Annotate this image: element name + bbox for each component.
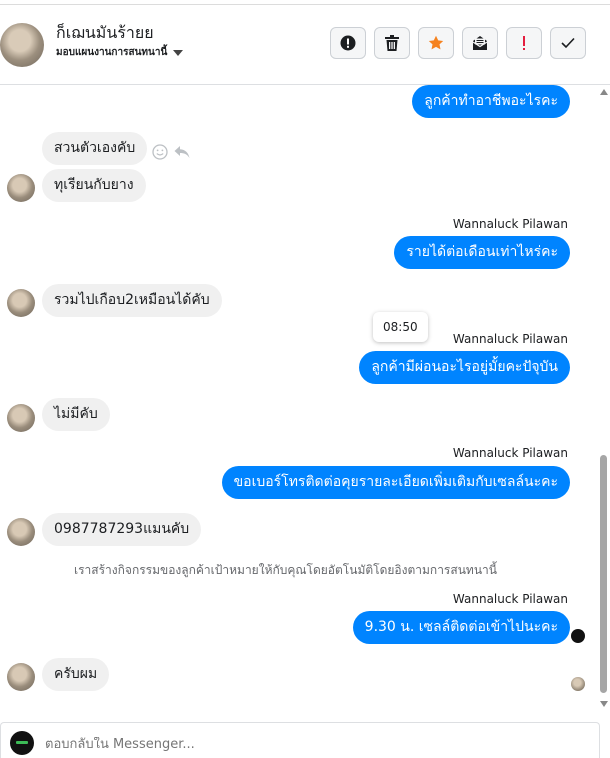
report-button[interactable] <box>330 27 366 59</box>
sender-name: Wannaluck Pilawan <box>452 446 568 460</box>
reply-icon[interactable] <box>174 145 190 159</box>
system-note: เราสร้างกิจกรรมของลูกค้าเป้าหมายให้กับคุ… <box>74 563 497 577</box>
sender-name: Wannaluck Pilawan <box>452 592 568 606</box>
emoji-react-icon[interactable] <box>152 144 168 160</box>
header-actions <box>330 27 586 59</box>
message-incoming[interactable]: ครับผม <box>42 658 110 691</box>
message-outgoing[interactable]: ลูกค้าทำอาชีพอะไรคะ <box>412 85 570 118</box>
scroll-up-arrow-icon[interactable] <box>600 89 608 95</box>
sender-name: Wannaluck Pilawan <box>452 217 568 231</box>
message-incoming[interactable]: ไม่มีคับ <box>42 398 110 431</box>
star-icon <box>428 35 444 50</box>
alert-circle-icon <box>340 35 356 51</box>
message-incoming[interactable]: รวมไปเกือบ2เหมือนได้คับ <box>42 284 222 317</box>
contact-avatar-small <box>7 404 35 432</box>
message-outgoing[interactable]: ลูกค้ามีผ่อนอะไรอยู่มั้ยคะปัจุบัน <box>359 351 570 384</box>
contact-avatar-small <box>7 174 35 202</box>
stage-dropdown[interactable]: มอบแผนงานการสนทนานี้ <box>56 45 184 60</box>
stage-label: มอบแผนงานการสนทนานี้ <box>56 47 168 58</box>
trash-icon <box>385 35 399 51</box>
sender-name: Wannaluck Pilawan <box>452 332 568 346</box>
seen-receipt-contact-icon <box>571 677 585 691</box>
mark-unread-button[interactable] <box>462 27 498 59</box>
message-incoming[interactable]: ทุเรียนกับยาง <box>42 169 146 202</box>
spam-button[interactable] <box>506 27 542 59</box>
scroll-down-arrow-icon[interactable] <box>600 701 608 707</box>
reply-input[interactable] <box>45 737 445 752</box>
caret-down-icon <box>173 49 184 56</box>
mark-done-button[interactable] <box>550 27 586 59</box>
page-avatar <box>10 731 34 755</box>
conversation-header: ก็เฌนมันร้ายย มอบแผนงานการสนทนานี้ <box>0 5 610 85</box>
delete-button[interactable] <box>374 27 410 59</box>
contact-name[interactable]: ก็เฌนมันร้ายย <box>56 21 154 46</box>
reply-composer <box>0 722 600 758</box>
timestamp-tooltip: 08:50 <box>373 312 428 342</box>
mark-unread-icon <box>472 36 488 50</box>
message-incoming[interactable]: สวนตัวเองคับ <box>42 132 148 165</box>
message-outgoing[interactable]: 9.30 น. เซลล์ติดต่อเข้าไปนะคะ <box>352 611 570 644</box>
contact-avatar-small <box>7 663 35 691</box>
scrollbar-thumb[interactable] <box>600 455 607 693</box>
thread-scrollbar[interactable] <box>598 85 610 715</box>
message-incoming[interactable]: 0987787293แมนคับ <box>42 513 202 546</box>
message-hover-actions <box>152 144 190 160</box>
check-icon <box>561 37 575 49</box>
seen-receipt-page-icon <box>571 629 585 643</box>
star-button[interactable] <box>418 27 454 59</box>
contact-avatar[interactable] <box>0 23 44 67</box>
contact-avatar-small <box>7 518 35 546</box>
message-thread[interactable]: ลูกค้าทำอาชีพอะไรคะ สวนตัวเองคับ ทุเรียน… <box>0 85 596 715</box>
contact-avatar-small <box>7 289 35 317</box>
message-outgoing[interactable]: รายได้ต่อเดือนเท่าไหร่คะ <box>394 236 570 269</box>
exclamation-icon <box>523 36 525 50</box>
message-outgoing[interactable]: ขอเบอร์โทรติดต่อคุยรายละเอียดเพิ่มเติมกั… <box>221 466 570 499</box>
